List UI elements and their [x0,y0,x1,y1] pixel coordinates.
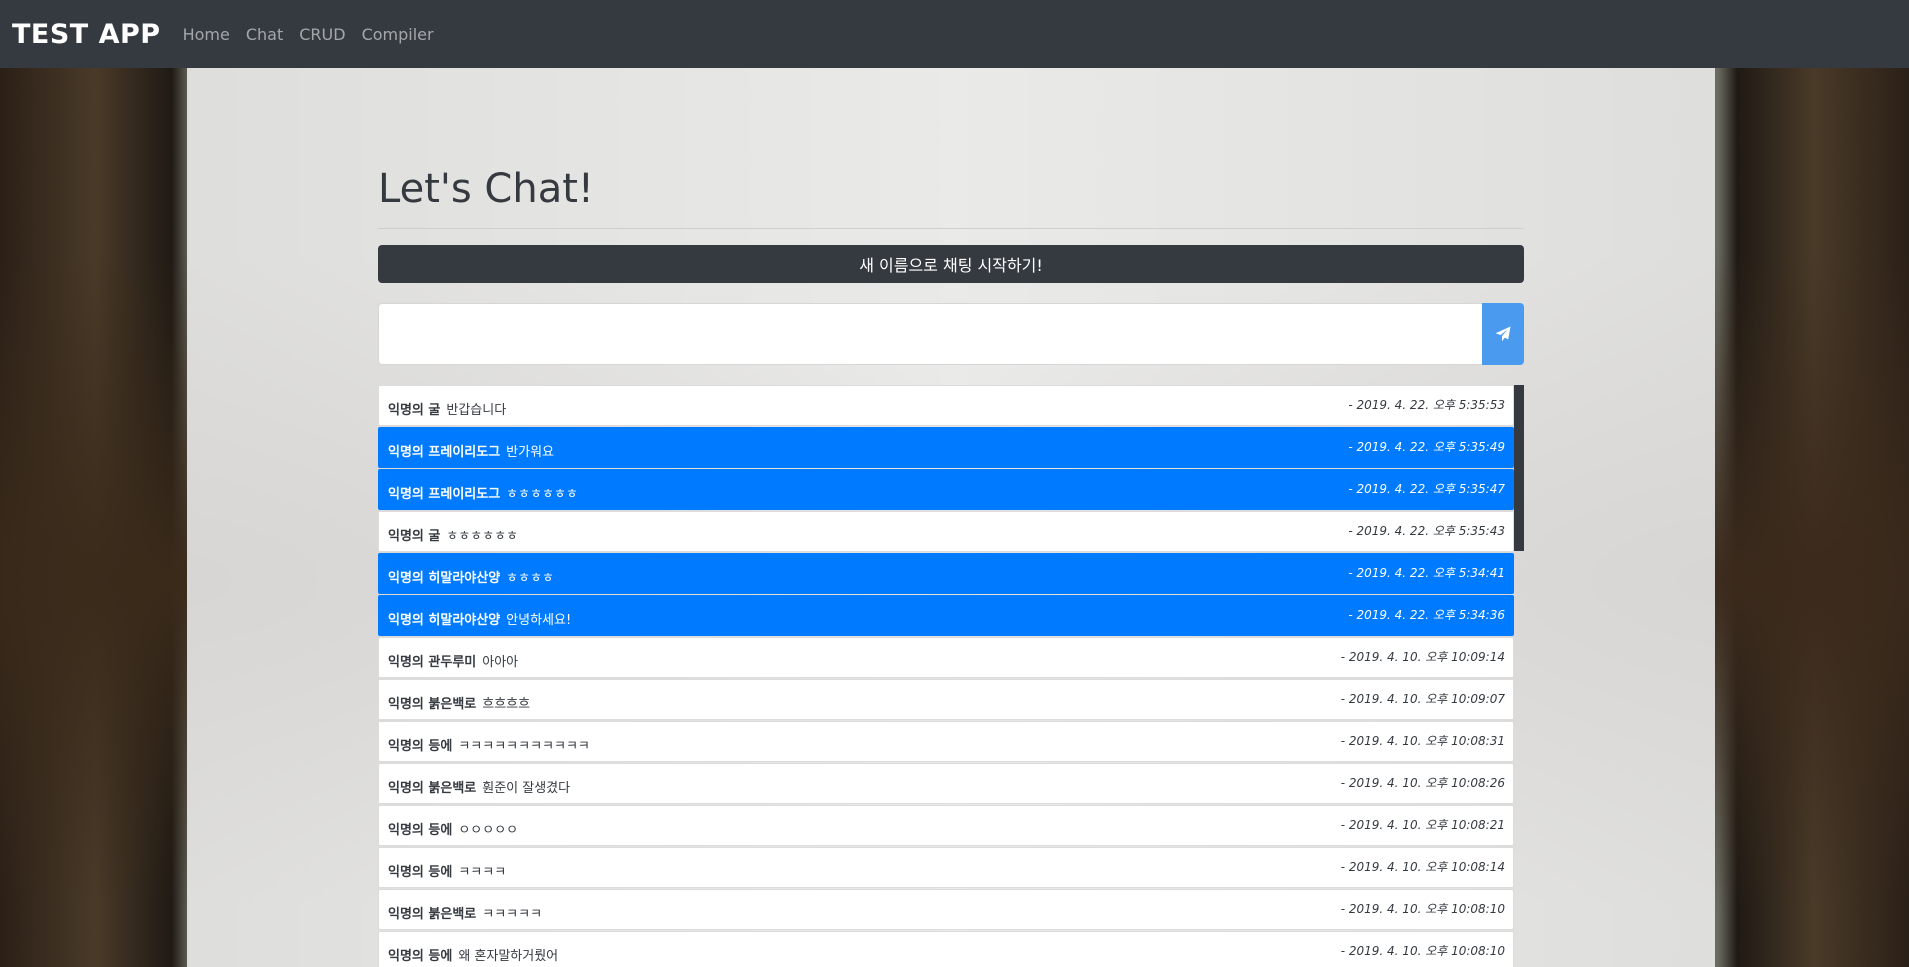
chat-message-line: 익명의 붉은백로 훤준이 잘생겼다 [388,777,570,796]
chat-message-item: 익명의 등에 ㅋㅋㅋㅋㅋㅋㅋㅋㅋㅋㅋ - 2019. 4. 10. 오후 10:08… [378,721,1514,762]
chat-message-author: 익명의 등에 [388,865,453,880]
chat-message-text: 아아아 [482,655,519,670]
chat-message-author: 익명의 등에 [388,949,453,964]
send-button[interactable] [1482,303,1524,365]
chat-message-line: 익명의 프레이리도그 ㅎㅎㅎㅎㅎㅎ [388,483,578,502]
chat-message-timestamp: - 2019. 4. 10. 오후 10:08:10 [1340,902,1505,916]
new-name-button[interactable]: 새 이름으로 채팅 시작하기! [378,245,1524,283]
chat-message-text: ㅋㅋㅋㅋㅋ [482,907,543,922]
nav-link-chat[interactable]: Chat [246,25,283,44]
chat-message-item: 익명의 히말라야산양 안녕하세요! - 2019. 4. 22. 오후 5:34:3… [378,595,1514,636]
paper-plane-icon [1495,326,1511,342]
chat-scrollbar[interactable] [1514,385,1524,551]
chat-message-line: 익명의 굴 반갑습니다 [388,399,506,418]
main-panel: Let's Chat! 새 이름으로 채팅 시작하기! 익명의 굴 반갑습니다 - … [187,68,1715,967]
page-title: Let's Chat! [378,166,594,212]
chat-message-item: 익명의 관두루미 아아아 - 2019. 4. 10. 오후 10:09:14 [378,637,1514,678]
chat-message-timestamp: - 2019. 4. 10. 오후 10:08:21 [1340,818,1505,832]
chat-message-item: 익명의 프레이리도그 ㅎㅎㅎㅎㅎㅎ - 2019. 4. 22. 오후 5:35:4… [378,469,1514,510]
chat-message-text: 흐흐흐흐 [482,697,531,712]
chat-message-list[interactable]: 익명의 굴 반갑습니다 - 2019. 4. 22. 오후 5:35:53 익명의 프… [378,385,1514,967]
chat-message-item: 익명의 등에 ㅇㅇㅇㅇㅇ - 2019. 4. 10. 오후 10:08:21 [378,805,1514,846]
chat-message-line: 익명의 등에 ㅇㅇㅇㅇㅇ [388,819,518,838]
chat-message-line: 익명의 히말라야산양 안녕하세요! [388,609,571,628]
chat-message-timestamp: - 2019. 4. 22. 오후 5:34:41 [1348,566,1505,580]
chat-message-line: 익명의 붉은백로 흐흐흐흐 [388,693,530,712]
title-divider [378,228,1524,229]
chat-message-author: 익명의 관두루미 [388,655,477,670]
chat-message-item: 익명의 붉은백로 ㅋㅋㅋㅋㅋ - 2019. 4. 10. 오후 10:08:10 [378,889,1514,930]
chat-message-timestamp: - 2019. 4. 22. 오후 5:34:36 [1348,608,1505,622]
nav-link-compiler[interactable]: Compiler [362,25,434,44]
chat-message-item: 익명의 붉은백로 흐흐흐흐 - 2019. 4. 10. 오후 10:09:07 [378,679,1514,720]
chat-message-text: 반갑습니다 [446,403,507,418]
chat-message-item: 익명의 등에 왜 혼자말하거뤘어 - 2019. 4. 10. 오후 10:08:1… [378,931,1514,967]
brand-logo[interactable]: TEST APP [12,19,161,50]
chat-message-author: 익명의 히말라야산양 [388,613,501,628]
message-input[interactable] [378,303,1482,365]
chat-message-text: 훤준이 잘생겼다 [482,781,571,796]
chat-message-author: 익명의 굴 [388,403,441,418]
chat-message-line: 익명의 등에 ㅋㅋㅋㅋㅋㅋㅋㅋㅋㅋㅋ [388,735,590,754]
chat-message-text: ㅎㅎㅎㅎㅎㅎ [506,487,578,502]
chat-message-timestamp: - 2019. 4. 10. 오후 10:09:07 [1340,692,1505,706]
chat-message-timestamp: - 2019. 4. 10. 오후 10:08:14 [1340,860,1505,874]
chat-message-timestamp: - 2019. 4. 10. 오후 10:08:10 [1340,944,1505,958]
chat-message-line: 익명의 프레이리도그 반가워요 [388,441,554,460]
chat-message-item: 익명의 프레이리도그 반가워요 - 2019. 4. 22. 오후 5:35:49 [378,427,1514,468]
chat-message-text: ㅇㅇㅇㅇㅇ [458,823,519,838]
nav-link-home[interactable]: Home [183,25,230,44]
chat-message-timestamp: - 2019. 4. 22. 오후 5:35:43 [1348,524,1505,538]
chat-message-author: 익명의 히말라야산양 [388,571,501,586]
chat-message-item: 익명의 굴 ㅎㅎㅎㅎㅎㅎ - 2019. 4. 22. 오후 5:35:43 [378,511,1514,552]
chat-message-timestamp: - 2019. 4. 10. 오후 10:08:31 [1340,734,1505,748]
chat-message-author: 익명의 프레이리도그 [388,445,501,460]
chat-message-line: 익명의 등에 왜 혼자말하거뤘어 [388,945,558,964]
chat-message-text: 왜 혼자말하거뤘어 [458,949,559,964]
message-input-group [378,303,1524,365]
chat-message-author: 익명의 붉은백로 [388,907,477,922]
chat-message-line: 익명의 관두루미 아아아 [388,651,518,670]
chat-message-author: 익명의 굴 [388,529,441,544]
nav-link-crud[interactable]: CRUD [299,25,345,44]
chat-message-line: 익명의 히말라야산양 ㅎㅎㅎㅎ [388,567,554,586]
chat-message-text: 안녕하세요! [506,613,572,628]
chat-message-line: 익명의 굴 ㅎㅎㅎㅎㅎㅎ [388,525,518,544]
chat-message-text: ㅋㅋㅋㅋㅋㅋㅋㅋㅋㅋㅋ [458,739,590,754]
chat-message-item: 익명의 등에 ㅋㅋㅋㅋ - 2019. 4. 10. 오후 10:08:14 [378,847,1514,888]
chat-message-timestamp: - 2019. 4. 22. 오후 5:35:53 [1348,398,1505,412]
chat-message-author: 익명의 붉은백로 [388,697,477,712]
chat-message-timestamp: - 2019. 4. 22. 오후 5:35:47 [1348,482,1505,496]
chat-message-item: 익명의 굴 반갑습니다 - 2019. 4. 22. 오후 5:35:53 [378,385,1514,426]
chat-message-line: 익명의 등에 ㅋㅋㅋㅋ [388,861,506,880]
chat-message-text: ㅎㅎㅎㅎㅎㅎ [446,529,519,544]
chat-message-line: 익명의 붉은백로 ㅋㅋㅋㅋㅋ [388,903,542,922]
chat-message-item: 익명의 붉은백로 훤준이 잘생겼다 - 2019. 4. 10. 오후 10:08:… [378,763,1514,804]
chat-message-author: 익명의 등에 [388,823,453,838]
chat-message-timestamp: - 2019. 4. 22. 오후 5:35:49 [1348,440,1505,454]
chat-message-text: ㅎㅎㅎㅎ [506,571,555,586]
chat-message-author: 익명의 붉은백로 [388,781,477,796]
chat-message-author: 익명의 프레이리도그 [388,487,501,502]
chat-message-item: 익명의 히말라야산양 ㅎㅎㅎㅎ - 2019. 4. 22. 오후 5:34:41 [378,553,1514,594]
chat-message-timestamp: - 2019. 4. 10. 오후 10:08:26 [1340,776,1505,790]
chat-message-timestamp: - 2019. 4. 10. 오후 10:09:14 [1340,650,1505,664]
chat-message-author: 익명의 등에 [388,739,453,754]
chat-message-text: ㅋㅋㅋㅋ [458,865,507,880]
navbar: TEST APP Home Chat CRUD Compiler [0,0,1909,68]
chat-message-text: 반가워요 [506,445,555,460]
